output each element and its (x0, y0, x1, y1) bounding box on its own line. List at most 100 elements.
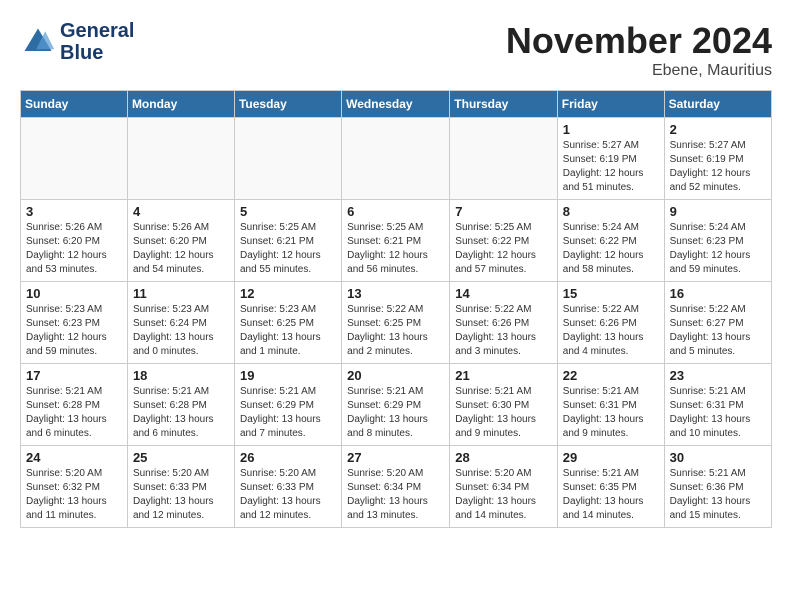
day-number: 1 (563, 122, 659, 137)
day-info: Sunrise: 5:26 AM Sunset: 6:20 PM Dayligh… (133, 221, 229, 277)
calendar-cell: 29 Sunrise: 5:21 AM Sunset: 6:35 PM Dayli… (557, 446, 664, 528)
day-number: 17 (26, 368, 122, 383)
day-number: 15 (563, 286, 659, 301)
day-info: Sunrise: 5:27 AM Sunset: 6:19 PM Dayligh… (670, 139, 766, 195)
calendar-cell: 21 Sunrise: 5:21 AM Sunset: 6:30 PM Dayli… (450, 364, 558, 446)
weekday-header-tuesday: Tuesday (234, 91, 341, 118)
calendar-cell (342, 118, 450, 200)
calendar-cell: 10 Sunrise: 5:23 AM Sunset: 6:23 PM Dayli… (21, 282, 128, 364)
day-info: Sunrise: 5:22 AM Sunset: 6:27 PM Dayligh… (670, 303, 766, 359)
weekday-header-friday: Friday (557, 91, 664, 118)
calendar-cell: 22 Sunrise: 5:21 AM Sunset: 6:31 PM Dayli… (557, 364, 664, 446)
day-number: 18 (133, 368, 229, 383)
calendar-cell: 4Sunrise: 5:26 AM Sunset: 6:20 PM Daylig… (127, 200, 234, 282)
day-number: 13 (347, 286, 444, 301)
day-number: 11 (133, 286, 229, 301)
day-number: 3 (26, 204, 122, 219)
day-info: Sunrise: 5:21 AM Sunset: 6:36 PM Dayligh… (670, 467, 766, 523)
calendar-cell: 3 Sunrise: 5:26 AM Sunset: 6:20 PM Daylig… (21, 200, 128, 282)
title-area: November 2024 Ebene, Mauritius (506, 20, 772, 80)
logo-line2: Blue (60, 42, 134, 64)
day-number: 27 (347, 450, 444, 465)
day-number: 23 (670, 368, 766, 383)
day-number: 22 (563, 368, 659, 383)
day-info: Sunrise: 5:26 AM Sunset: 6:20 PM Dayligh… (26, 221, 122, 277)
calendar-cell: 1 Sunrise: 5:27 AM Sunset: 6:19 PM Daylig… (557, 118, 664, 200)
day-info: Sunrise: 5:25 AM Sunset: 6:21 PM Dayligh… (347, 221, 444, 277)
location-subtitle: Ebene, Mauritius (506, 62, 772, 80)
weekday-header-row: SundayMondayTuesdayWednesdayThursdayFrid… (21, 91, 772, 118)
day-info: Sunrise: 5:24 AM Sunset: 6:22 PM Dayligh… (563, 221, 659, 277)
weekday-header-monday: Monday (127, 91, 234, 118)
day-info: Sunrise: 5:25 AM Sunset: 6:21 PM Dayligh… (240, 221, 336, 277)
calendar-cell: 15 Sunrise: 5:22 AM Sunset: 6:26 PM Dayli… (557, 282, 664, 364)
day-number: 29 (563, 450, 659, 465)
day-number: 28 (455, 450, 552, 465)
calendar-cell (450, 118, 558, 200)
logo-line1: General (60, 20, 134, 42)
calendar-cell: 24 Sunrise: 5:20 AM Sunset: 6:32 PM Dayli… (21, 446, 128, 528)
calendar-cell: 11 Sunrise: 5:23 AM Sunset: 6:24 PM Dayli… (127, 282, 234, 364)
week-row-2: 10 Sunrise: 5:23 AM Sunset: 6:23 PM Dayli… (21, 282, 772, 364)
weekday-header-saturday: Saturday (664, 91, 771, 118)
day-info: Sunrise: 5:21 AM Sunset: 6:31 PM Dayligh… (563, 385, 659, 441)
day-info: Sunrise: 5:21 AM Sunset: 6:29 PM Dayligh… (347, 385, 444, 441)
day-number: 10 (26, 286, 122, 301)
week-row-4: 24 Sunrise: 5:20 AM Sunset: 6:32 PM Dayli… (21, 446, 772, 528)
page-header: General Blue November 2024 Ebene, Maurit… (20, 20, 772, 80)
calendar-cell: 20Sunrise: 5:21 AM Sunset: 6:29 PM Dayli… (342, 364, 450, 446)
day-number: 19 (240, 368, 336, 383)
day-info: Sunrise: 5:21 AM Sunset: 6:28 PM Dayligh… (133, 385, 229, 441)
day-info: Sunrise: 5:27 AM Sunset: 6:19 PM Dayligh… (563, 139, 659, 195)
calendar-cell: 6 Sunrise: 5:25 AM Sunset: 6:21 PM Daylig… (342, 200, 450, 282)
day-info: Sunrise: 5:21 AM Sunset: 6:31 PM Dayligh… (670, 385, 766, 441)
day-info: Sunrise: 5:20 AM Sunset: 6:34 PM Dayligh… (347, 467, 444, 523)
weekday-header-thursday: Thursday (450, 91, 558, 118)
calendar-cell: 28 Sunrise: 5:20 AM Sunset: 6:34 PM Dayli… (450, 446, 558, 528)
day-info: Sunrise: 5:22 AM Sunset: 6:25 PM Dayligh… (347, 303, 444, 359)
weekday-header-sunday: Sunday (21, 91, 128, 118)
week-row-1: 3 Sunrise: 5:26 AM Sunset: 6:20 PM Daylig… (21, 200, 772, 282)
calendar-cell: 27 Sunrise: 5:20 AM Sunset: 6:34 PM Dayli… (342, 446, 450, 528)
calendar-cell: 13 Sunrise: 5:22 AM Sunset: 6:25 PM Dayli… (342, 282, 450, 364)
day-number: 30 (670, 450, 766, 465)
day-info: Sunrise: 5:20 AM Sunset: 6:33 PM Dayligh… (133, 467, 229, 523)
week-row-3: 17 Sunrise: 5:21 AM Sunset: 6:28 PM Dayli… (21, 364, 772, 446)
day-info: Sunrise: 5:22 AM Sunset: 6:26 PM Dayligh… (455, 303, 552, 359)
day-info: Sunrise: 5:21 AM Sunset: 6:29 PM Dayligh… (240, 385, 336, 441)
day-number: 8 (563, 204, 659, 219)
day-number: 6 (347, 204, 444, 219)
day-number: 9 (670, 204, 766, 219)
calendar-cell: 7 Sunrise: 5:25 AM Sunset: 6:22 PM Daylig… (450, 200, 558, 282)
calendar-cell: 18 Sunrise: 5:21 AM Sunset: 6:28 PM Dayli… (127, 364, 234, 446)
day-number: 7 (455, 204, 552, 219)
day-info: Sunrise: 5:25 AM Sunset: 6:22 PM Dayligh… (455, 221, 552, 277)
day-info: Sunrise: 5:20 AM Sunset: 6:33 PM Dayligh… (240, 467, 336, 523)
day-number: 5 (240, 204, 336, 219)
week-row-0: 1 Sunrise: 5:27 AM Sunset: 6:19 PM Daylig… (21, 118, 772, 200)
day-info: Sunrise: 5:20 AM Sunset: 6:34 PM Dayligh… (455, 467, 552, 523)
calendar-cell (21, 118, 128, 200)
calendar-cell: 19 Sunrise: 5:21 AM Sunset: 6:29 PM Dayli… (234, 364, 341, 446)
day-info: Sunrise: 5:22 AM Sunset: 6:26 PM Dayligh… (563, 303, 659, 359)
day-info: Sunrise: 5:24 AM Sunset: 6:23 PM Dayligh… (670, 221, 766, 277)
day-info: Sunrise: 5:23 AM Sunset: 6:24 PM Dayligh… (133, 303, 229, 359)
day-number: 12 (240, 286, 336, 301)
day-number: 24 (26, 450, 122, 465)
calendar-cell: 23 Sunrise: 5:21 AM Sunset: 6:31 PM Dayli… (664, 364, 771, 446)
day-number: 26 (240, 450, 336, 465)
day-number: 2 (670, 122, 766, 137)
calendar-cell: 5 Sunrise: 5:25 AM Sunset: 6:21 PM Daylig… (234, 200, 341, 282)
day-info: Sunrise: 5:21 AM Sunset: 6:35 PM Dayligh… (563, 467, 659, 523)
day-number: 21 (455, 368, 552, 383)
day-info: Sunrise: 5:20 AM Sunset: 6:32 PM Dayligh… (26, 467, 122, 523)
calendar-cell: 8 Sunrise: 5:24 AM Sunset: 6:22 PM Daylig… (557, 200, 664, 282)
day-number: 16 (670, 286, 766, 301)
day-number: 25 (133, 450, 229, 465)
weekday-header-wednesday: Wednesday (342, 91, 450, 118)
day-info: Sunrise: 5:23 AM Sunset: 6:23 PM Dayligh… (26, 303, 122, 359)
calendar-table: SundayMondayTuesdayWednesdayThursdayFrid… (20, 90, 772, 528)
calendar-cell: 12Sunrise: 5:23 AM Sunset: 6:25 PM Dayli… (234, 282, 341, 364)
logo-icon (20, 24, 56, 60)
day-info: Sunrise: 5:21 AM Sunset: 6:30 PM Dayligh… (455, 385, 552, 441)
